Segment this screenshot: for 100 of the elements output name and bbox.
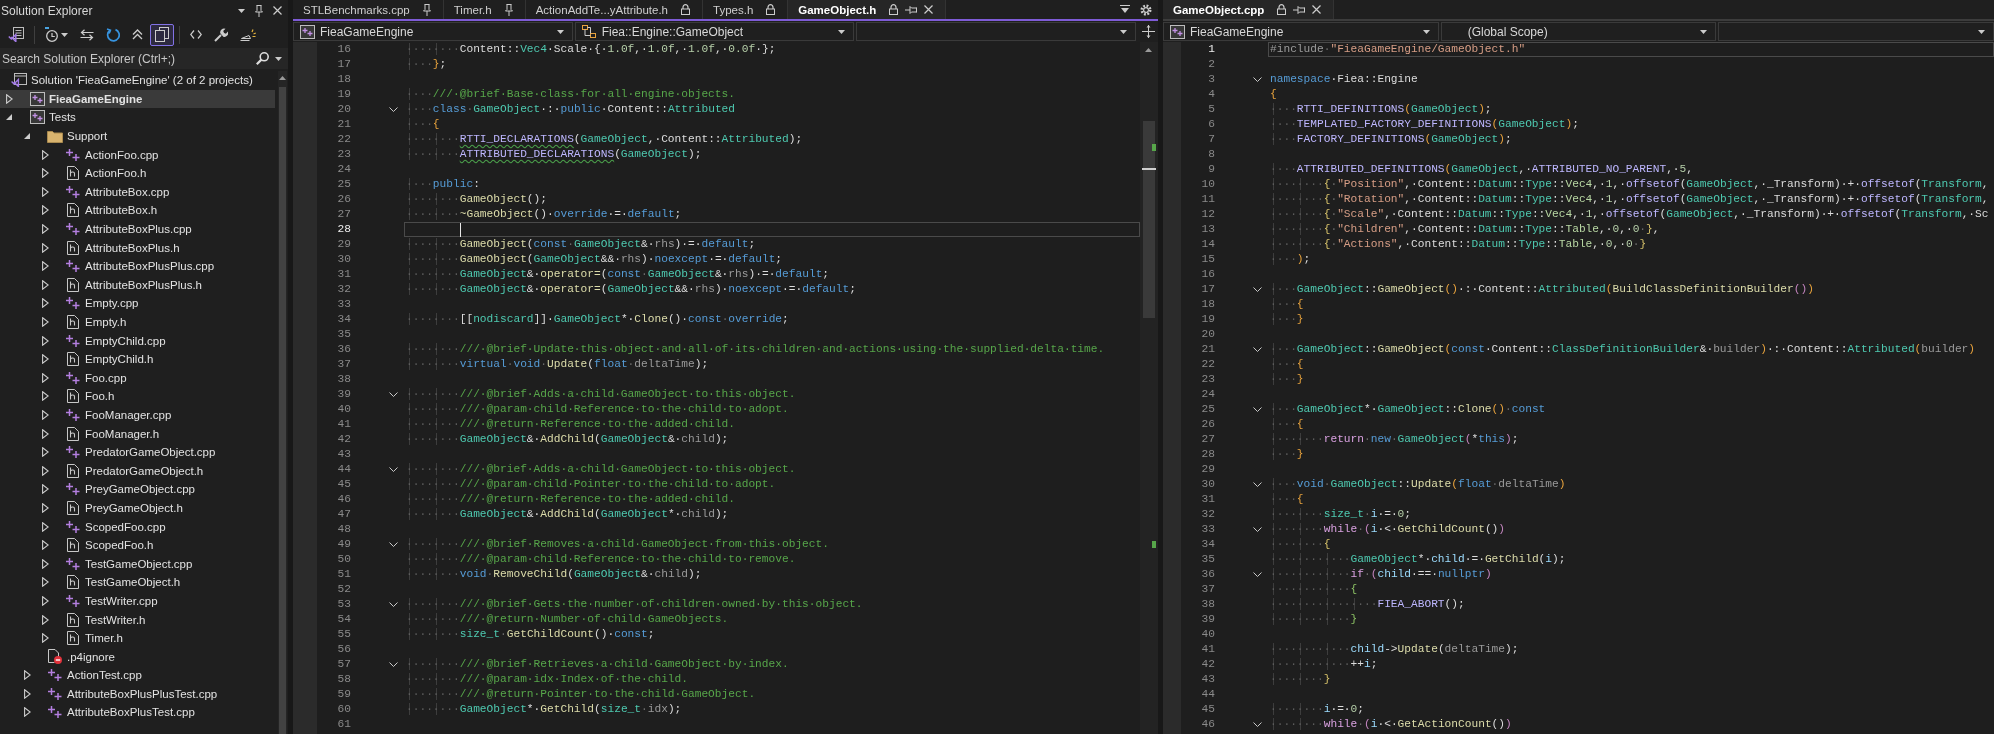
collapsed-arrow-icon[interactable] xyxy=(41,149,49,160)
collapsed-arrow-icon[interactable] xyxy=(41,261,49,272)
tree-item[interactable]: EmptyChild.cpp xyxy=(0,331,275,350)
close-icon[interactable] xyxy=(1312,5,1322,14)
collapsed-arrow-icon[interactable] xyxy=(23,707,31,718)
collapsed-arrow-icon[interactable] xyxy=(23,670,31,681)
collapsed-arrow-icon[interactable] xyxy=(41,595,49,606)
scrollbar[interactable] xyxy=(278,71,287,734)
tree-item[interactable]: TestGameObject.cpp xyxy=(0,554,275,574)
close-icon[interactable] xyxy=(273,6,282,15)
tree-item[interactable]: AttributeBoxPlus.h xyxy=(0,238,275,257)
collapsed-arrow-icon[interactable] xyxy=(41,540,49,551)
search-icon[interactable] xyxy=(256,52,269,65)
project-dropdown[interactable]: FieaGameEngine xyxy=(293,22,573,41)
collapse-chevron-icon[interactable] xyxy=(1253,287,1262,292)
tab[interactable]: Timer.h xyxy=(443,0,526,19)
tab[interactable]: GameObject.h xyxy=(788,0,947,19)
pin-icon[interactable] xyxy=(504,3,513,16)
collapsed-arrow-icon[interactable] xyxy=(41,279,49,290)
tab[interactable]: ActionAddTe...yAttribute.h xyxy=(525,0,703,19)
tree-item[interactable]: Tests xyxy=(0,108,275,127)
tree-item[interactable]: Foo.cpp xyxy=(0,368,275,388)
tree-item[interactable]: PreyGameObject.h xyxy=(0,498,275,518)
tree-item[interactable]: AttributeBoxPlus.cpp xyxy=(0,219,275,239)
scroll-up-arrow-icon[interactable] xyxy=(1145,48,1152,52)
collapsed-arrow-icon[interactable] xyxy=(41,428,49,439)
expanded-arrow-icon[interactable] xyxy=(6,114,12,121)
caret-icon[interactable] xyxy=(275,56,282,61)
collapsed-arrow-icon[interactable] xyxy=(41,168,49,179)
collapse-chevron-icon[interactable] xyxy=(1253,77,1262,82)
pin-icon[interactable] xyxy=(422,3,431,16)
caret-icon[interactable] xyxy=(238,8,245,13)
collapse-chevron-icon[interactable] xyxy=(389,107,398,112)
settings-icon[interactable] xyxy=(1140,3,1152,16)
tree-item[interactable]: PredatorGameObject.cpp xyxy=(0,442,275,462)
collapse-chevron-icon[interactable] xyxy=(389,602,398,607)
collapse-chevron-icon[interactable] xyxy=(389,542,398,547)
collapsed-arrow-icon[interactable] xyxy=(41,614,49,625)
pin-icon[interactable] xyxy=(905,5,918,14)
collapse-chevron-icon[interactable] xyxy=(1253,527,1262,532)
scroll-up-arrow-icon[interactable] xyxy=(279,76,286,80)
tree-item[interactable]: ActionFoo.cpp xyxy=(0,145,275,164)
tree-item[interactable]: FieaGameEngine xyxy=(0,89,275,109)
collapsed-arrow-icon[interactable] xyxy=(41,521,49,532)
scrollbar[interactable] xyxy=(1140,42,1158,734)
tree-item[interactable]: PreyGameObject.cpp xyxy=(0,480,275,499)
tree-item[interactable]: AttributeBox.h xyxy=(0,201,275,220)
tree-item[interactable]: FooManager.h xyxy=(0,424,275,443)
tree-item[interactable]: .p4ignore xyxy=(0,647,275,666)
expanded-arrow-icon[interactable] xyxy=(24,133,30,140)
scope-dropdown[interactable]: (Global Scope) xyxy=(1440,22,1717,41)
tree-item[interactable]: AttributeBoxPlusPlus.cpp xyxy=(0,256,275,276)
tree-item[interactable]: Empty.h xyxy=(0,312,275,332)
collapse-chevron-icon[interactable] xyxy=(1253,482,1262,487)
tree-item[interactable]: ScopedFoo.h xyxy=(0,535,275,555)
collapsed-arrow-icon[interactable] xyxy=(41,391,49,402)
collapsed-arrow-icon[interactable] xyxy=(41,317,49,327)
tab[interactable]: GameObject.cpp xyxy=(1163,0,1335,19)
tree-item[interactable]: AttributeBoxPlusPlus.h xyxy=(0,275,275,295)
tree-item[interactable]: AttributeBoxPlusPlusTest.cpp xyxy=(0,684,275,704)
tab-list-icon[interactable] xyxy=(1120,5,1130,14)
collapsed-arrow-icon[interactable] xyxy=(5,93,13,104)
tree-item[interactable]: TestWriter.h xyxy=(0,610,275,629)
collapsed-arrow-icon[interactable] xyxy=(41,335,49,346)
collapsed-arrow-icon[interactable] xyxy=(41,558,49,569)
show-all-files-button[interactable] xyxy=(150,23,174,46)
tree-item[interactable]: AttributeBoxPlusTest.cpp xyxy=(0,703,275,722)
collapsed-arrow-icon[interactable] xyxy=(41,242,49,253)
collapsed-arrow-icon[interactable] xyxy=(41,205,49,216)
tree-item[interactable]: Empty.cpp xyxy=(0,294,275,313)
collapsed-arrow-icon[interactable] xyxy=(41,354,49,365)
tree-item[interactable]: PredatorGameObject.h xyxy=(0,461,275,481)
scrollbar-thumb[interactable] xyxy=(279,87,286,734)
tree-item[interactable]: TestGameObject.h xyxy=(0,573,275,592)
collapsed-arrow-icon[interactable] xyxy=(41,577,49,588)
collapse-chevron-icon[interactable] xyxy=(389,662,398,667)
collapsed-arrow-icon[interactable] xyxy=(41,465,49,476)
search-field[interactable]: Search Solution Explorer (Ctrl+;) xyxy=(0,48,288,69)
tree-item[interactable]: Timer.h xyxy=(0,628,275,648)
tree-item[interactable]: AttributeBox.cpp xyxy=(0,182,275,202)
close-icon[interactable] xyxy=(924,5,934,14)
tree-item[interactable]: ScopedFoo.cpp xyxy=(0,517,275,536)
collapsed-arrow-icon[interactable] xyxy=(41,502,49,513)
collapse-chevron-icon[interactable] xyxy=(1253,722,1262,727)
collapsed-arrow-icon[interactable] xyxy=(41,484,49,495)
collapsed-arrow-icon[interactable] xyxy=(41,224,49,235)
tree-item[interactable]: EmptyChild.h xyxy=(0,349,275,369)
tree-item[interactable]: TestWriter.cpp xyxy=(0,591,275,611)
collapse-chevron-icon[interactable] xyxy=(1253,347,1262,352)
project-dropdown[interactable]: FieaGameEngine xyxy=(1163,22,1439,41)
collapsed-arrow-icon[interactable] xyxy=(41,298,49,309)
pin-icon[interactable] xyxy=(255,4,263,17)
move-arrows-icon[interactable] xyxy=(1141,25,1155,38)
tree-item[interactable]: FooManager.cpp xyxy=(0,405,275,425)
collapsed-arrow-icon[interactable] xyxy=(41,633,49,644)
tree-item[interactable]: Foo.h xyxy=(0,387,275,406)
tab[interactable]: STLBenchmarks.cpp xyxy=(293,0,444,19)
collapse-chevron-icon[interactable] xyxy=(389,467,398,472)
collapsed-arrow-icon[interactable] xyxy=(41,186,49,197)
collapse-chevron-icon[interactable] xyxy=(1253,572,1262,577)
